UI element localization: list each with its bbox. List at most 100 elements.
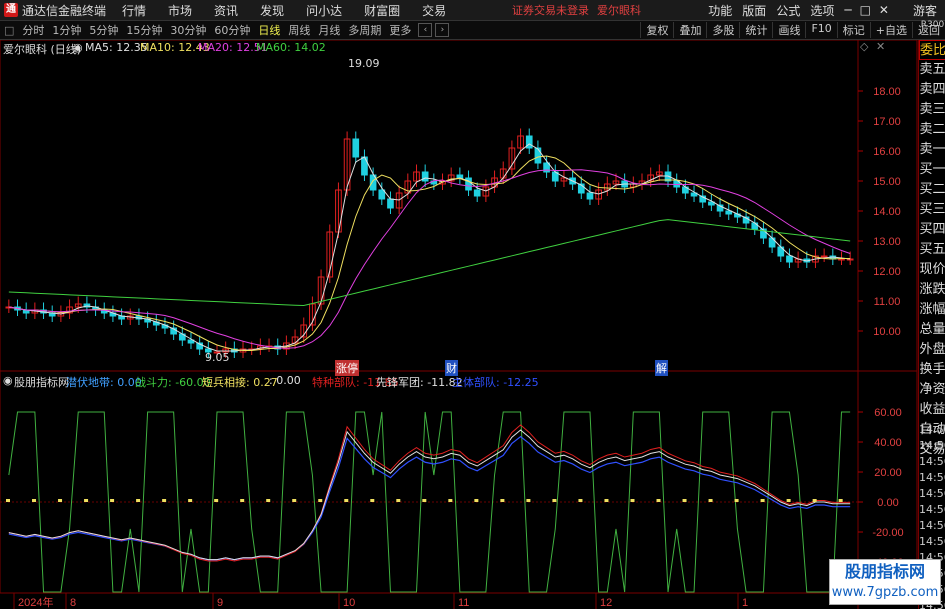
candle-body	[378, 189, 386, 200]
btn-mark[interactable]: 标记	[836, 22, 870, 38]
menu-trade[interactable]: 交易	[422, 2, 446, 19]
close-chart-icon[interactable]: ✕	[876, 40, 885, 53]
sidebar-item[interactable]: 涨跌	[919, 280, 945, 300]
close-combat-mark	[786, 499, 791, 502]
app-title: 通达信金融终端	[22, 3, 107, 18]
sidebar-item[interactable]: 净资	[919, 380, 945, 400]
close-combat-mark	[578, 499, 583, 502]
close-combat-mark	[604, 499, 609, 502]
event-unlock[interactable]: 解	[655, 360, 668, 376]
sidebar-item[interactable]: 涨幅	[919, 300, 945, 320]
x-tick-label: 9	[217, 597, 223, 609]
candle-body	[534, 147, 542, 164]
menu-formula[interactable]: 公式	[776, 2, 800, 19]
close-combat-mark	[266, 499, 271, 502]
period-toolbar: □ 分时 1分钟 5分钟 15分钟 30分钟 60分钟 日线 周线 月线 多周期…	[0, 21, 945, 40]
sidebar-item[interactable]: 外盘	[919, 340, 945, 360]
btn-multistock[interactable]: 多股	[706, 22, 739, 38]
sidebar-item[interactable]: 委比	[919, 40, 945, 60]
guest-button[interactable]: 游客	[913, 2, 937, 19]
tick-time: 14:56	[919, 503, 945, 516]
y-tick-label: 16.00	[873, 146, 901, 158]
sidebar-item[interactable]: 买五	[919, 240, 945, 260]
period-30min[interactable]: 30分钟	[170, 22, 206, 38]
candlestick-chart[interactable]: 18.00 17.00 16.00 15.00 14.00 13.00 12.00 11.00…	[0, 40, 918, 609]
sidebar-item[interactable]: 卖三	[919, 100, 945, 120]
period-more[interactable]: 更多	[389, 22, 411, 38]
minimize-icon[interactable]: ─	[844, 3, 851, 17]
chart-area[interactable]: 18.00 17.00 16.00 15.00 14.00 13.00 12.00 11.00…	[0, 40, 918, 609]
x-tick-label: 8	[70, 597, 76, 609]
sub-toggle-icon[interactable]: ◉	[3, 374, 13, 387]
sub-y-tick-label: 20.00	[874, 467, 902, 479]
candle-body	[838, 258, 845, 261]
candle-body	[586, 192, 594, 200]
period-timeshare[interactable]: 分时	[22, 22, 44, 38]
sidebar-item[interactable]: 现价	[919, 260, 945, 280]
sidebar-item[interactable]: 买一	[919, 160, 945, 180]
maximize-icon[interactable]: □	[860, 3, 871, 17]
btn-stats[interactable]: 统计	[739, 22, 772, 38]
period-5min[interactable]: 5分钟	[89, 22, 118, 38]
ma60-label: MA60: 14.02	[256, 41, 326, 54]
sidebar-item[interactable]: 买二	[919, 180, 945, 200]
menu-quotes[interactable]: 行情	[122, 2, 146, 19]
toolbar-menu-icon[interactable]: □	[4, 24, 14, 37]
sidebar-item[interactable]: 卖二	[919, 120, 945, 140]
diamond-icon[interactable]: ◇	[860, 40, 868, 53]
sidebar-item[interactable]: 卖四	[919, 80, 945, 100]
x-tick-label: 1	[742, 597, 748, 609]
menu-layout[interactable]: 版面	[742, 2, 766, 19]
close-combat-mark	[32, 499, 37, 502]
close-combat-mark	[344, 499, 349, 502]
login-notice[interactable]: 证券交易未登录	[512, 4, 589, 17]
sidebar-item[interactable]: 总量	[919, 320, 945, 340]
sidebar-item[interactable]: 卖一	[919, 140, 945, 160]
period-1min[interactable]: 1分钟	[52, 22, 81, 38]
close-combat-mark	[188, 499, 193, 502]
nav-prev-icon[interactable]: ‹	[418, 23, 433, 37]
btn-draw[interactable]: 画线	[772, 22, 805, 38]
period-multi[interactable]: 多周期	[348, 22, 381, 38]
close-combat-mark	[422, 499, 427, 502]
close-combat-mark	[526, 499, 531, 502]
quote-sidebar: R300 委比 卖五 卖四 卖三 卖二 卖一 买一 买二 买三 买四 买五 现价 涨跌 涨幅 总量 外盘 换手净…	[918, 20, 945, 609]
y-tick-label: 13.00	[873, 236, 901, 248]
y-tick-label: 11.00	[874, 296, 901, 308]
close-combat-mark	[812, 499, 817, 502]
close-combat-mark	[110, 499, 115, 502]
menu-news[interactable]: 资讯	[214, 2, 238, 19]
x-tick-label: 12	[600, 597, 612, 609]
period-15min[interactable]: 15分钟	[126, 22, 162, 38]
close-combat-mark	[370, 499, 375, 502]
close-icon[interactable]: ✕	[879, 3, 889, 17]
menu-ask[interactable]: 问小达	[306, 2, 342, 19]
menu-function[interactable]: 功能	[708, 2, 732, 19]
sidebar-item[interactable]: 买四	[919, 220, 945, 240]
y-tick-label: 15.00	[873, 176, 901, 188]
period-60min[interactable]: 60分钟	[214, 22, 250, 38]
btn-overlay[interactable]: 叠加	[673, 22, 706, 38]
candle-body	[352, 138, 360, 158]
sidebar-item[interactable]: 收益	[919, 400, 945, 420]
sidebar-item[interactable]: 卖五	[919, 60, 945, 80]
close-combat-mark	[136, 499, 141, 502]
sidebar-item[interactable]: 买三	[919, 200, 945, 220]
sidebar-item[interactable]: 换手	[919, 360, 945, 380]
menu-market[interactable]: 市场	[168, 2, 192, 19]
y-tick-label: 12.00	[873, 266, 901, 278]
menu-options[interactable]: 选项	[810, 2, 834, 19]
ma-toggle-icon[interactable]: ◉	[73, 41, 83, 54]
tick-time: 14:56	[919, 439, 945, 452]
btn-add-watchlist[interactable]: +自选	[869, 22, 912, 38]
menu-wealth[interactable]: 财富圈	[364, 2, 400, 19]
period-daily[interactable]: 日线	[258, 22, 280, 38]
nav-next-icon[interactable]: ›	[435, 23, 450, 37]
btn-adjust[interactable]: 复权	[640, 22, 673, 38]
period-weekly[interactable]: 周线	[288, 22, 310, 38]
btn-f10[interactable]: F10	[805, 22, 836, 38]
candle-body	[361, 156, 368, 176]
menu-discover[interactable]: 发现	[260, 2, 284, 19]
main-chart-frame	[0, 40, 918, 372]
period-monthly[interactable]: 月线	[318, 22, 340, 38]
